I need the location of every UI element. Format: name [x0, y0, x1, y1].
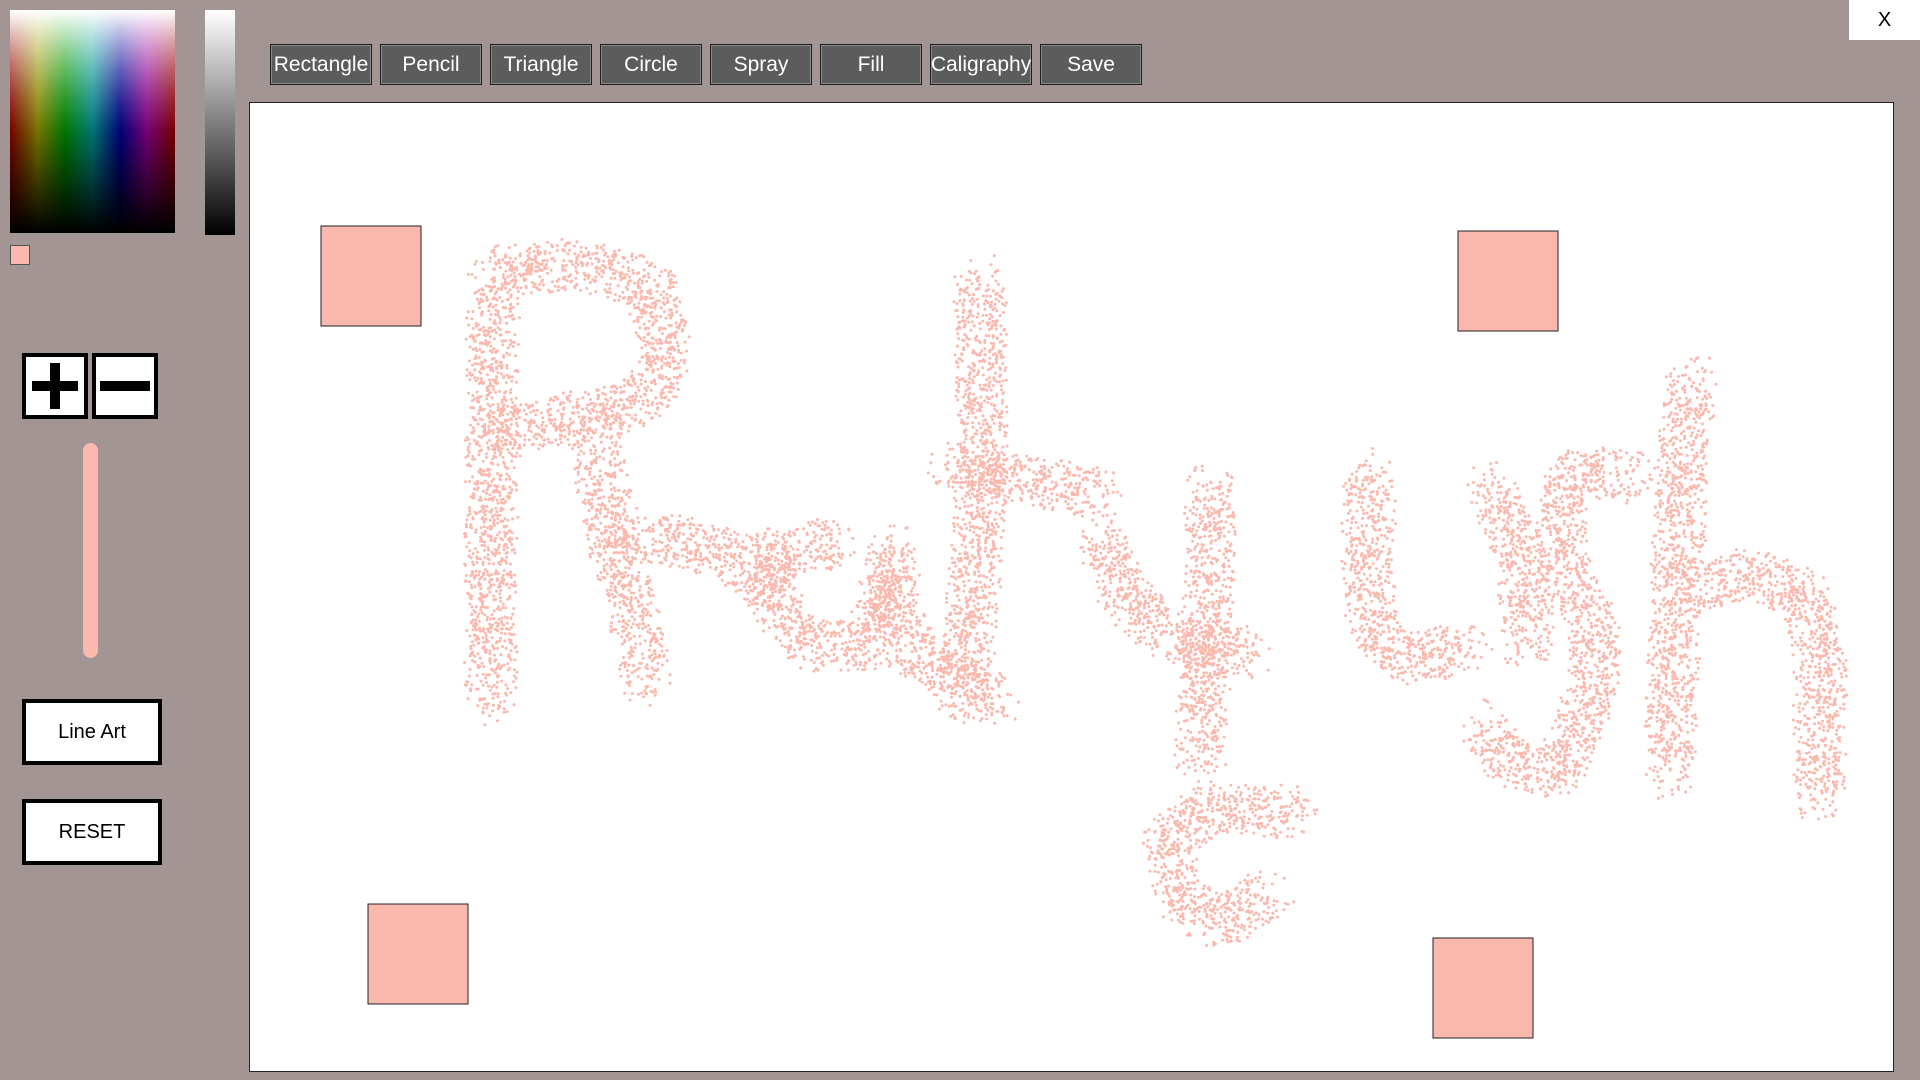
circle-tool-button[interactable]: Circle: [600, 44, 702, 85]
spray-stroke-3: [568, 410, 672, 707]
drawing-canvas[interactable]: [249, 102, 1894, 1072]
drawn-square-4: [1432, 937, 1534, 1039]
reset-button[interactable]: RESET: [22, 799, 162, 865]
spray-tool-button[interactable]: Spray: [710, 44, 812, 85]
spray-stroke-1: [463, 255, 521, 727]
fill-tool-button[interactable]: Fill: [820, 44, 922, 85]
pencil-tool-button[interactable]: Pencil: [380, 44, 482, 85]
selected-color-swatch: [10, 245, 30, 265]
minus-icon: [100, 381, 150, 391]
brightness-slider[interactable]: [205, 10, 235, 235]
decrease-size-button[interactable]: [92, 353, 158, 419]
save-button[interactable]: Save: [1040, 44, 1142, 85]
increase-size-button[interactable]: [22, 353, 88, 419]
spray-stroke-11: [1142, 780, 1319, 947]
canvas-drawing: [320, 225, 1849, 1039]
color-picker[interactable]: [10, 10, 175, 233]
triangle-tool-button[interactable]: Triangle: [490, 44, 592, 85]
spray-stroke-14: [1462, 446, 1657, 798]
rectangle-tool-button[interactable]: Rectangle: [270, 44, 372, 85]
spray-stroke-6: [865, 524, 1021, 725]
line-art-button[interactable]: Line Art: [22, 699, 162, 765]
drawn-square-2: [1457, 230, 1559, 332]
spray-stroke-9: [1079, 511, 1271, 680]
calligraphy-tool-button[interactable]: Caligraphy: [930, 44, 1032, 85]
spray-stroke-16: [1663, 548, 1849, 821]
spray-stroke-12: [1340, 447, 1494, 686]
drawn-square-3: [367, 903, 469, 1005]
drawn-square-1: [320, 225, 422, 327]
spray-stroke-2: [465, 237, 691, 458]
close-button[interactable]: X: [1849, 0, 1920, 40]
brush-size-slider[interactable]: [83, 443, 98, 658]
